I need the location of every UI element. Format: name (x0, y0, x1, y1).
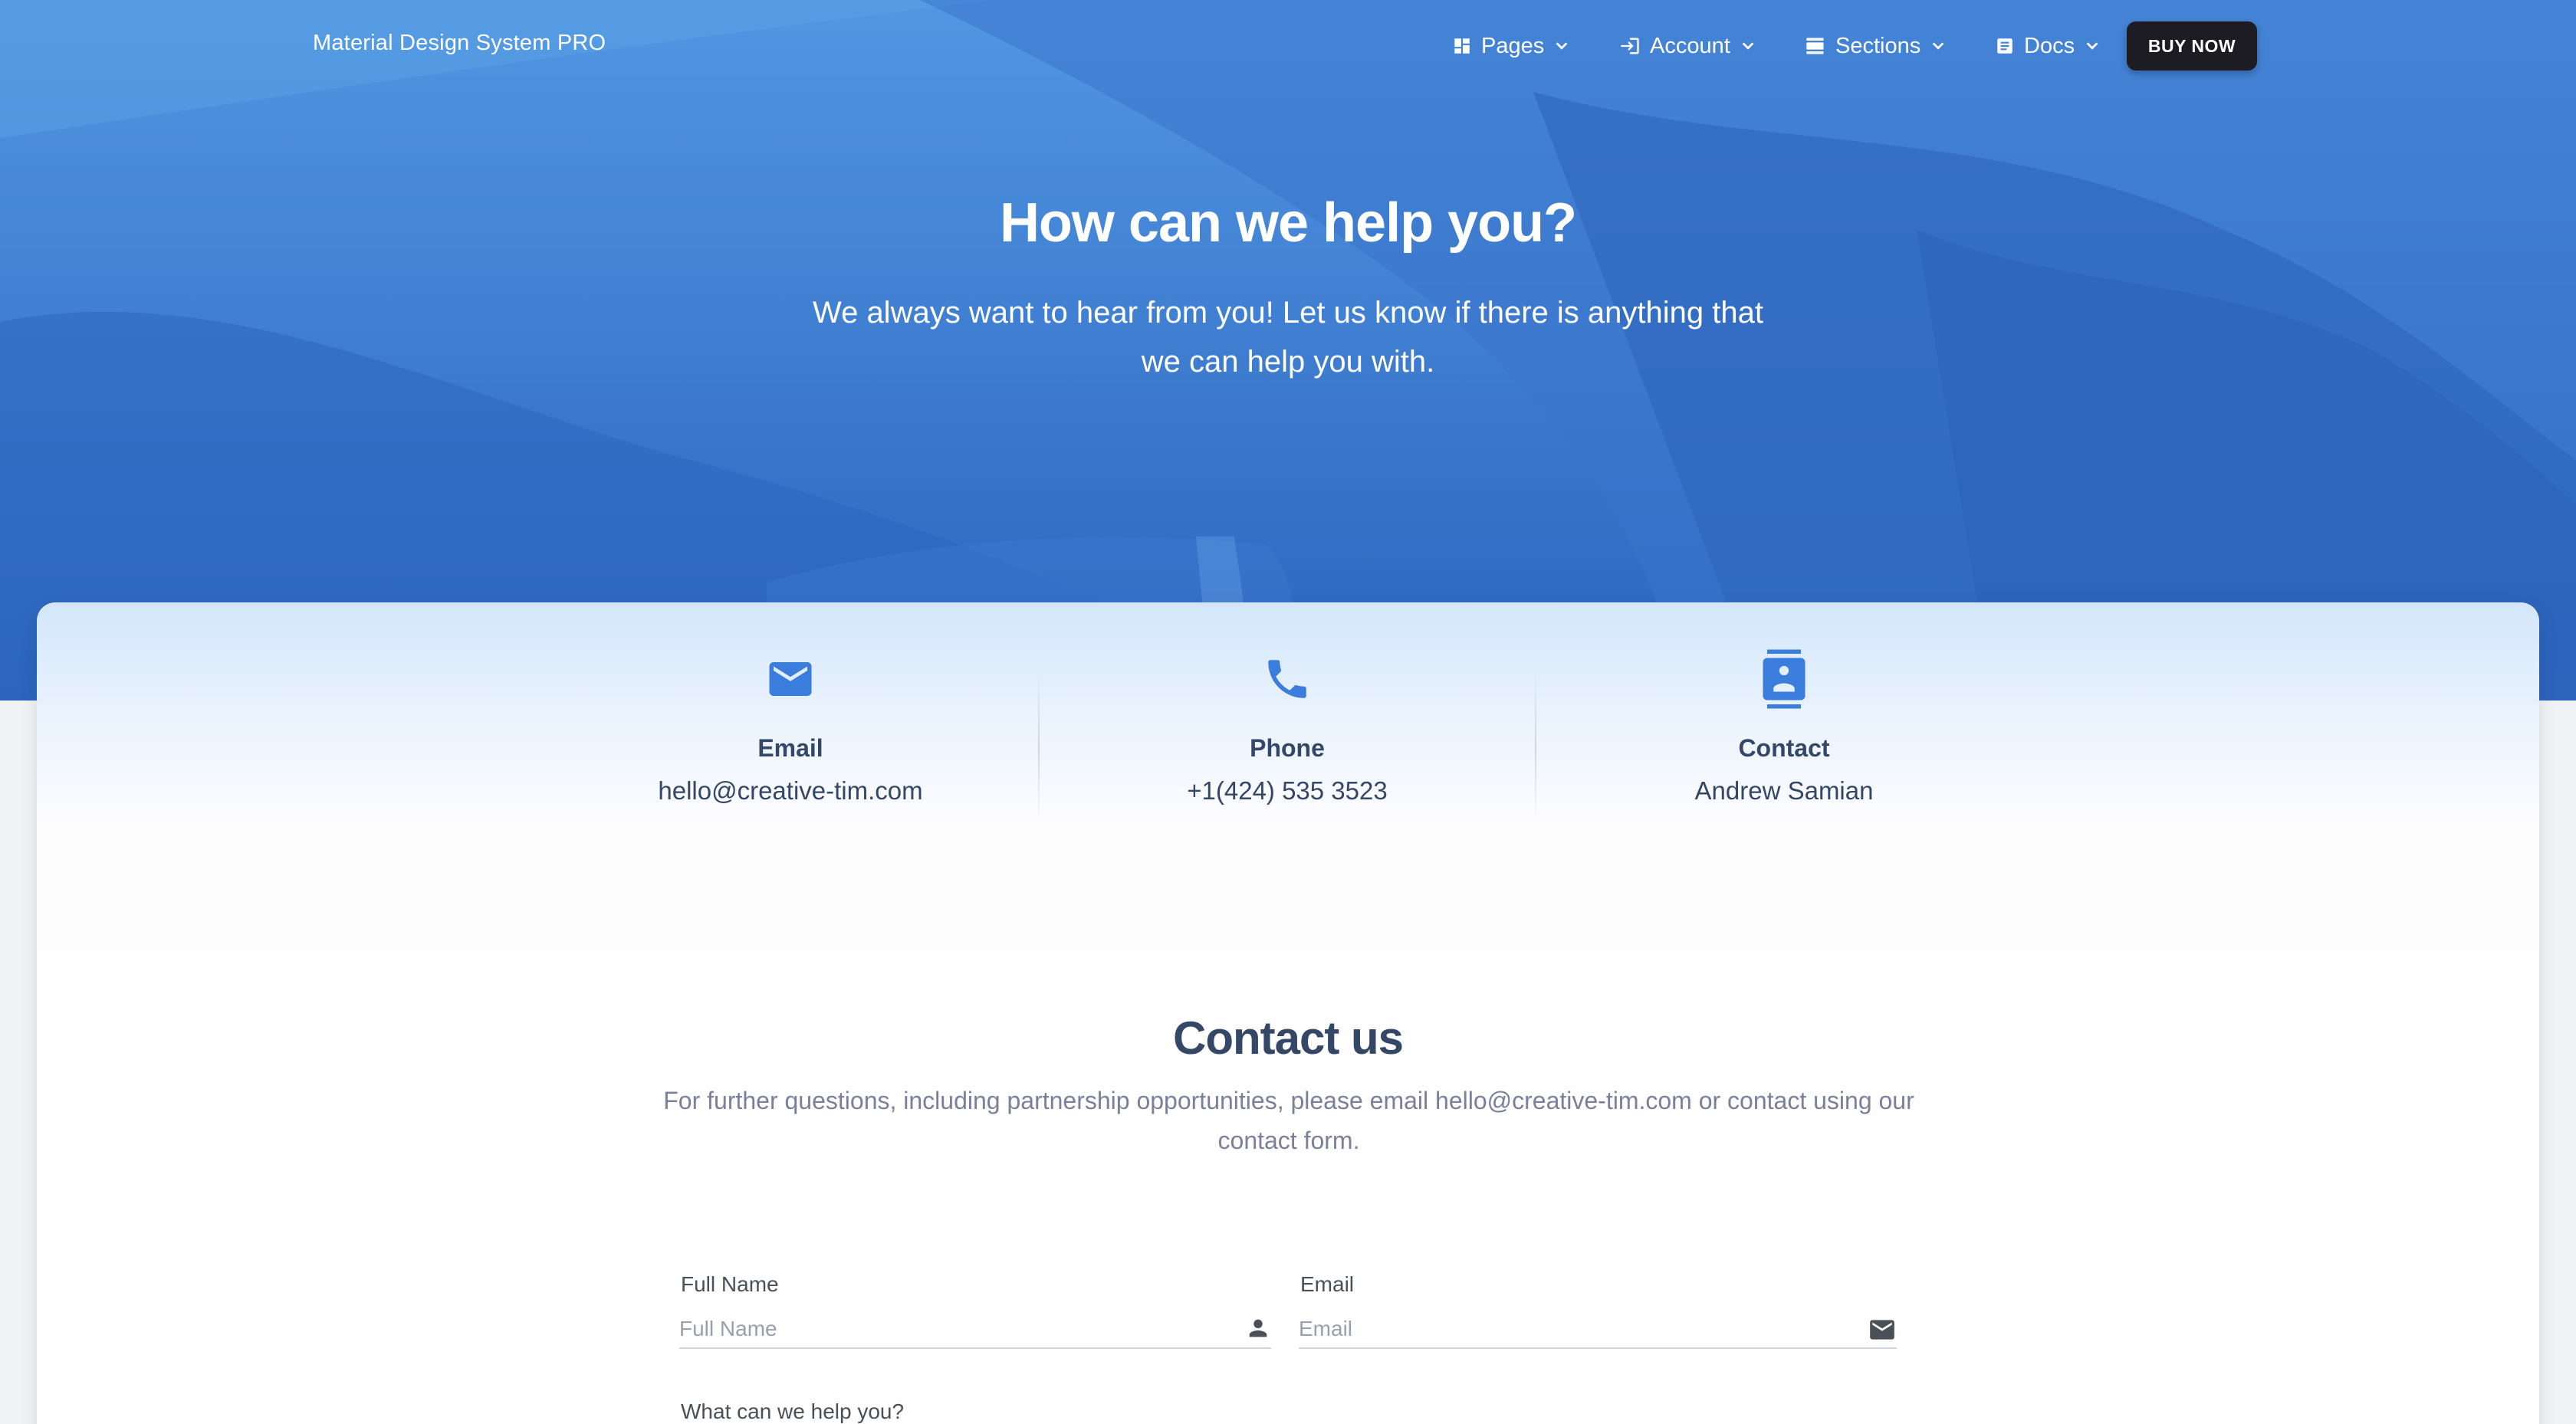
phone-icon (1268, 660, 1306, 698)
brand-name[interactable]: Material Design System PRO (313, 31, 606, 56)
email-label: Email (1300, 1272, 1355, 1296)
buy-now-button[interactable]: BUY NOW (2127, 21, 2257, 71)
contact-us-title: Contact us (1172, 1012, 1404, 1064)
nav-item-sections[interactable]: Sections (1805, 29, 1947, 63)
info-phone: Phone +1(424) 535 3523 (1042, 648, 1533, 805)
phone-number[interactable]: +1(424) 535 3523 (1042, 776, 1533, 806)
full-name-label: Full Name (681, 1272, 779, 1296)
hero-subtitle: We always want to hear from you! Let us … (813, 296, 1763, 379)
contact-card: Email hello@creative-tim.com Phone +1(42… (37, 602, 2539, 1424)
email-icon (769, 662, 812, 696)
contact-us-description: For further questions, including partner… (663, 1087, 1914, 1154)
hero-title: How can we help you? (999, 192, 1577, 254)
login-icon (1621, 38, 1639, 54)
nav-item-pages[interactable]: Pages (1452, 29, 1570, 63)
info-contact: Contact Andrew Samian (1539, 648, 2029, 805)
vertical-divider (1038, 671, 1040, 825)
info-email: Email hello@creative-tim.com (545, 648, 1036, 805)
contact-person: Andrew Samian (1694, 776, 1874, 805)
email-address[interactable]: hello@creative-tim.com (545, 776, 1036, 806)
contact-card-icon (1763, 649, 1806, 709)
chevron-down-icon (1556, 42, 1568, 50)
email-input-wrapper (1299, 1312, 1897, 1349)
nav-item-label: Account (1650, 33, 1730, 58)
view-day-icon (1806, 38, 1824, 54)
article-icon (1997, 38, 2013, 54)
full-name-input-wrapper (679, 1312, 1271, 1349)
message-label: What can we help you? (681, 1399, 905, 1423)
chevron-down-icon (2086, 42, 2098, 50)
full-name-field: Full Name (679, 1272, 1271, 1357)
person-icon (1249, 1319, 1267, 1337)
nav-item-label: Docs (2024, 33, 2075, 58)
chevron-down-icon (1742, 42, 1754, 50)
chevron-down-icon (1932, 42, 1944, 50)
full-name-input[interactable] (679, 1312, 1271, 1346)
email-input[interactable] (1299, 1312, 1897, 1346)
nav-item-label: Sections (1835, 33, 1921, 58)
nav-item-docs[interactable]: Docs (1995, 29, 2101, 63)
message-field: What can we help you? (681, 1399, 1900, 1424)
info-title: Contact (1738, 734, 1830, 762)
top-navbar: Material Design System PRO Pages Account… (0, 0, 2576, 92)
info-title: Phone (1250, 734, 1325, 762)
dashboard-icon (1454, 38, 1470, 54)
nav-item-label: Pages (1481, 33, 1545, 58)
info-title: Email (757, 734, 823, 762)
vertical-divider (1535, 671, 1536, 825)
nav-item-account[interactable]: Account (1619, 29, 1756, 63)
email-field: Email (1299, 1272, 1897, 1357)
email-icon (1870, 1320, 1894, 1340)
